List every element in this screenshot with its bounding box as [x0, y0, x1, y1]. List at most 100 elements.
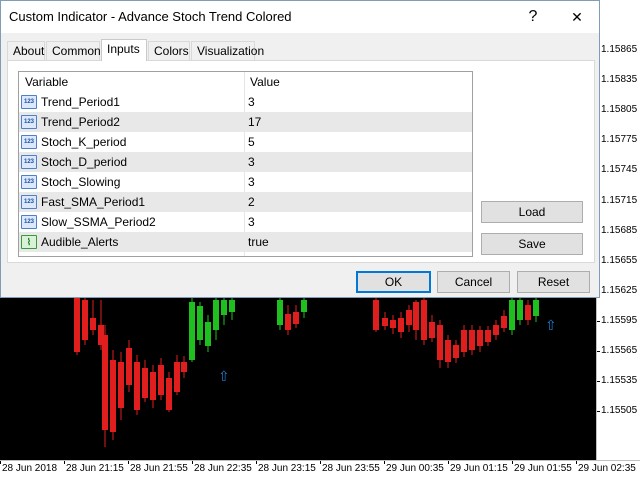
candle-body	[213, 300, 219, 330]
tab-inputs[interactable]: Inputs	[101, 39, 147, 61]
window-title: Custom Indicator - Advance Stoch Trend C…	[9, 9, 292, 24]
price-tick-label: 1.15865	[596, 44, 638, 55]
price-tick-label: 1.15655	[596, 254, 638, 266]
variable-value[interactable]: 3	[248, 212, 255, 232]
price-tick-label: 1.15805	[596, 104, 638, 116]
table-row[interactable]: 123 Trend_Period2 17	[19, 112, 472, 132]
time-tick-label: 29 Jun 00:35	[386, 463, 444, 474]
integer-icon: 123	[21, 215, 37, 229]
variable-value[interactable]: 3	[248, 172, 255, 192]
candle-body	[413, 302, 419, 330]
table-row[interactable]: 123 Fast_SMA_Period1 2	[19, 192, 472, 212]
variable-value[interactable]: 3	[248, 92, 255, 112]
time-tick	[256, 461, 257, 464]
price-axis[interactable]: 1.15865 1.15835 1.15805 1.15775 1.15745 1.157…	[596, 0, 640, 460]
title-bar[interactable]: Custom Indicator - Advance Stoch Trend C…	[1, 1, 599, 33]
ok-button[interactable]: OK	[356, 271, 431, 293]
table-row[interactable]: 123 Slow_SSMA_Period2 3	[19, 212, 472, 232]
candle-body	[398, 318, 404, 332]
variable-value[interactable]: 5	[248, 132, 255, 152]
tab-visualization[interactable]: Visualization	[191, 41, 264, 60]
variable-value[interactable]: 3	[248, 152, 255, 172]
boolean-icon: ⌇	[21, 235, 37, 249]
candle-body	[221, 300, 227, 315]
column-header-variable[interactable]: Variable	[19, 72, 244, 92]
close-button[interactable]: ✕	[559, 5, 595, 29]
price-tick-label: 1.15685	[596, 224, 638, 236]
price-tick-label: 1.15505	[596, 405, 638, 417]
candle-body	[477, 330, 483, 346]
candle-body	[373, 300, 379, 330]
tab-colors[interactable]: Colors	[148, 41, 190, 60]
cancel-button[interactable]: Cancel	[437, 271, 510, 293]
candle-body	[134, 362, 140, 410]
candle-body	[493, 325, 499, 335]
time-tick	[0, 461, 1, 464]
candle-body	[517, 300, 523, 320]
variable-name: Stoch_K_period	[41, 135, 127, 149]
candle-body	[102, 335, 108, 430]
candle-body	[82, 300, 88, 340]
time-tick-label: 28 Jun 22:35	[194, 463, 252, 474]
candle-body	[461, 330, 467, 352]
variable-value[interactable]: 2	[248, 192, 255, 212]
candle-body	[469, 330, 475, 350]
candle-body	[485, 330, 491, 342]
candle-body	[509, 300, 515, 330]
candle-body	[437, 325, 443, 360]
integer-icon: 123	[21, 115, 37, 129]
candle-body	[429, 322, 435, 338]
candle-body	[406, 310, 412, 325]
candle-body	[533, 300, 539, 316]
time-tick	[384, 461, 385, 464]
candle-body	[293, 312, 299, 324]
table-row[interactable]: 123 Trend_Period1 3	[19, 92, 472, 112]
candle-body	[126, 348, 132, 385]
candle-body	[301, 300, 307, 312]
candle-body	[110, 360, 116, 432]
time-tick-label: 28 Jun 2018	[2, 463, 58, 474]
variable-value[interactable]: 17	[248, 112, 261, 132]
variable-name: Trend_Period1	[41, 95, 120, 109]
tab-common[interactable]: Common	[46, 41, 101, 60]
table-row[interactable]: 123 Stoch_Slowing 3	[19, 172, 472, 192]
table-row[interactable]: 123 Stoch_K_period 5	[19, 132, 472, 152]
integer-icon: 123	[21, 155, 37, 169]
candle-body	[189, 302, 195, 360]
time-axis[interactable]: 28 Jun 2018 28 Jun 21:15 28 Jun 21:55 28 Ju…	[0, 460, 640, 480]
price-tick-label: 1.15595	[596, 314, 638, 326]
table-row[interactable]: 123 Stoch_D_period 3	[19, 152, 472, 172]
price-tick-label: 1.15775	[596, 134, 638, 146]
load-button[interactable]: Load	[481, 201, 583, 223]
variable-name: Audible_Alerts	[41, 235, 119, 249]
time-tick	[448, 461, 449, 464]
variable-name: Slow_SSMA_Period2	[41, 215, 156, 229]
time-tick-label: 28 Jun 23:15	[258, 463, 316, 474]
buy-arrow-icon: ⇧	[545, 317, 557, 333]
tab-about[interactable]: About	[7, 41, 45, 60]
price-tick-label: 1.15715	[596, 194, 638, 206]
candle-body	[285, 314, 291, 330]
table-row[interactable]: ⌇ Audible_Alerts true	[19, 232, 472, 252]
time-tick	[64, 461, 65, 464]
help-button[interactable]: ?	[515, 5, 551, 29]
time-tick	[128, 461, 129, 464]
save-button[interactable]: Save	[481, 233, 583, 255]
variable-name: Stoch_Slowing	[41, 175, 121, 189]
candle-body	[277, 300, 283, 325]
candle-body	[445, 340, 451, 362]
column-header-value[interactable]: Value	[244, 72, 472, 92]
price-tick-label: 1.15625	[596, 284, 638, 296]
time-tick	[320, 461, 321, 464]
candle-body	[142, 368, 148, 398]
variable-value[interactable]: true	[248, 232, 269, 252]
time-tick-label: 28 Jun 23:55	[322, 463, 380, 474]
candle-body	[166, 378, 172, 410]
reset-button[interactable]: Reset	[517, 271, 590, 293]
time-tick-label: 28 Jun 21:15	[66, 463, 124, 474]
integer-icon: 123	[21, 195, 37, 209]
time-tick	[512, 461, 513, 464]
indicator-properties-dialog: Custom Indicator - Advance Stoch Trend C…	[0, 0, 600, 298]
time-tick-label: 29 Jun 01:15	[450, 463, 508, 474]
table-header: Variable Value	[19, 72, 472, 92]
